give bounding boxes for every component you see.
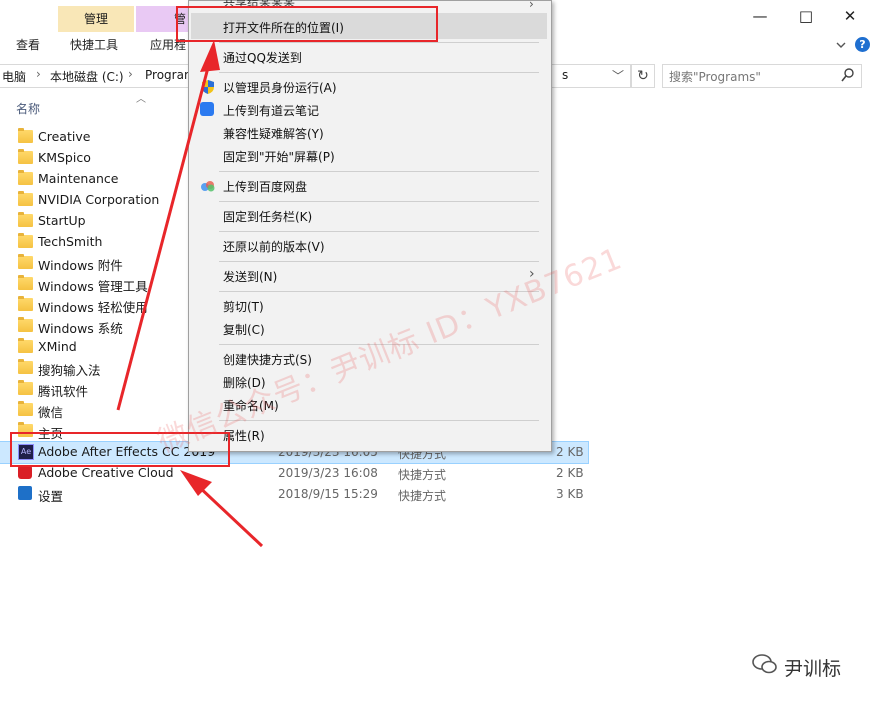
item-type: 快捷方式 — [398, 468, 447, 482]
folder-icon — [18, 233, 33, 248]
address-dropdown-icon[interactable]: ﹀ — [612, 67, 624, 84]
search-icon[interactable] — [841, 67, 855, 86]
folder-icon — [18, 296, 33, 311]
menu-separator — [219, 171, 539, 172]
menu-upload-youdao[interactable]: 上传到有道云笔记 — [223, 102, 319, 119]
item-name: 设置 — [38, 489, 64, 504]
tab-manage-context[interactable]: 管理 — [58, 6, 134, 32]
item-name: NVIDIA Corporation — [38, 192, 160, 207]
annotation-box-open-location — [176, 6, 438, 42]
folder-icon — [18, 254, 33, 269]
item-date: 2019/3/23 16:08 — [278, 466, 378, 480]
chevron-right-icon: › — [36, 67, 41, 81]
item-name: Windows 附件 — [38, 258, 123, 273]
column-header-name[interactable]: 名称 — [16, 100, 40, 117]
folder-icon — [18, 149, 33, 164]
breadcrumb-drive[interactable]: 本地磁盘 (C:) — [50, 68, 124, 85]
folder-icon — [18, 128, 33, 143]
menu-run-as-admin[interactable]: 以管理员身份运行(A) — [223, 79, 337, 96]
wechat-icon — [752, 653, 778, 675]
maximize-button[interactable]: □ — [786, 4, 826, 28]
creative-cloud-icon — [18, 465, 32, 479]
menu-separator — [219, 72, 539, 73]
item-name: 搜狗输入法 — [38, 363, 101, 378]
folder-icon — [18, 338, 33, 353]
item-name: TechSmith — [38, 234, 103, 249]
item-size: 2 KB — [556, 466, 584, 480]
help-icon[interactable]: ? — [855, 37, 870, 52]
folder-icon — [18, 191, 33, 206]
refresh-button[interactable]: ↻ — [631, 64, 655, 88]
item-name: 腾讯软件 — [38, 384, 89, 399]
sort-up-icon: ︿ — [136, 94, 146, 105]
baidu-cloud-icon — [200, 180, 216, 192]
menu-pin-taskbar[interactable]: 固定到任务栏(K) — [223, 208, 312, 225]
item-date: 2018/9/15 15:29 — [278, 487, 378, 501]
folder-icon — [18, 359, 33, 374]
item-name: Adobe Creative Cloud — [38, 465, 174, 480]
folder-icon — [18, 317, 33, 332]
chevron-down-icon[interactable] — [834, 38, 848, 52]
settings-gear-icon — [18, 486, 32, 500]
youdao-icon — [200, 102, 214, 116]
menu-cut[interactable]: 剪切(T) — [223, 298, 264, 315]
watermark-logo-text: 尹训标 — [784, 658, 842, 680]
item-name: StartUp — [38, 213, 86, 228]
close-button[interactable]: ✕ — [830, 4, 870, 28]
item-name: Windows 轻松使用 — [38, 300, 148, 315]
shield-icon — [201, 79, 215, 95]
breadcrumb-pc[interactable]: 电脑 — [2, 68, 26, 85]
item-name: Maintenance — [38, 171, 119, 186]
search-input[interactable]: 搜索"Programs" — [669, 68, 761, 85]
menu-send-to[interactable]: 发送到(N) — [223, 268, 277, 285]
folder-icon — [18, 212, 33, 227]
search-box[interactable]: 搜索"Programs" — [662, 64, 862, 88]
shortcut-row[interactable]: 设置 2018/9/15 15:29 快捷方式 3 KB — [0, 484, 600, 505]
minimize-button[interactable]: — — [740, 4, 780, 28]
menu-compat-troubleshoot[interactable]: 兼容性疑难解答(Y) — [223, 125, 324, 142]
menu-restore-previous[interactable]: 还原以前的版本(V) — [223, 238, 325, 255]
menu-send-qq[interactable]: 通过QQ发送到 — [223, 49, 302, 66]
menu-copy[interactable]: 复制(C) — [223, 321, 265, 338]
item-name: Windows 管理工具 — [38, 279, 148, 294]
item-size: 3 KB — [556, 487, 584, 501]
menu-separator — [219, 231, 539, 232]
menu-separator — [219, 261, 539, 262]
tab-view[interactable]: 查看 — [16, 34, 40, 56]
item-name: Creative — [38, 129, 91, 144]
item-name: 微信 — [38, 405, 64, 420]
item-type: 快捷方式 — [398, 489, 447, 503]
menu-pin-start[interactable]: 固定到"开始"屏幕(P) — [223, 148, 335, 165]
chevron-right-icon: › — [529, 0, 534, 11]
tab-shortcut-tools[interactable]: 快捷工具 — [70, 34, 118, 56]
chevron-right-icon: › — [128, 67, 133, 81]
menu-upload-baidu[interactable]: 上传到百度网盘 — [223, 178, 307, 195]
item-name: KMSpico — [38, 150, 91, 165]
menu-separator — [219, 201, 539, 202]
item-name: Windows 系统 — [38, 321, 123, 336]
breadcrumb-tail: s — [562, 68, 569, 82]
folder-icon — [18, 401, 33, 416]
folder-icon — [18, 170, 33, 185]
item-size: 2 KB — [556, 445, 584, 459]
folder-icon — [18, 275, 33, 290]
folder-icon — [18, 380, 33, 395]
item-name: XMind — [38, 339, 77, 354]
menu-separator — [219, 42, 539, 43]
